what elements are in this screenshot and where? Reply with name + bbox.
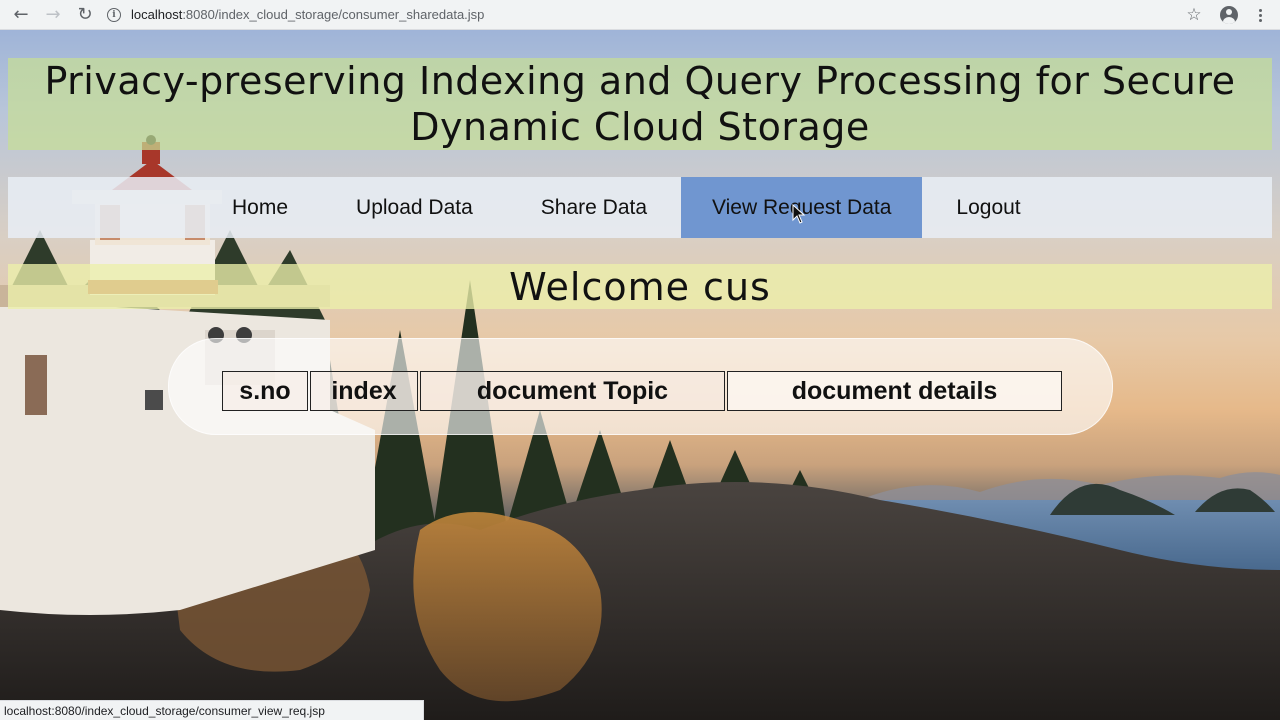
nav-logout[interactable]: Logout xyxy=(922,177,1054,238)
url-host: localhost xyxy=(131,7,183,22)
table-header-row: s.no index document Topic document detai… xyxy=(222,371,1062,411)
column-header-document-topic: document Topic xyxy=(420,371,725,411)
star-icon[interactable]: ☆ xyxy=(1182,5,1206,25)
welcome-text: Welcome cus xyxy=(509,264,771,309)
page-header: Privacy-preserving Indexing and Query Pr… xyxy=(8,58,1272,150)
column-header-index: index xyxy=(310,371,418,411)
column-header-document-details: document details xyxy=(727,371,1062,411)
welcome-banner: Welcome cus xyxy=(8,264,1272,309)
nav-upload-data[interactable]: Upload Data xyxy=(322,177,507,238)
address-bar[interactable]: i localhost:8080/index_cloud_storage/con… xyxy=(107,3,484,27)
back-arrow-icon[interactable]: ← xyxy=(9,3,33,27)
forward-arrow-icon[interactable]: → xyxy=(41,3,65,27)
page-title: Privacy-preserving Indexing and Query Pr… xyxy=(44,59,1236,149)
info-icon[interactable]: i xyxy=(107,7,121,22)
mouse-cursor-icon xyxy=(792,204,806,224)
nav-home[interactable]: Home xyxy=(198,177,322,238)
reload-icon[interactable]: ↻ xyxy=(73,3,97,27)
browser-toolbar: ← → ↻ i localhost:8080/index_cloud_stora… xyxy=(0,0,1280,30)
status-bar-link-preview: localhost:8080/index_cloud_storage/consu… xyxy=(0,700,424,720)
profile-icon[interactable] xyxy=(1220,6,1238,24)
shared-data-table: s.no index document Topic document detai… xyxy=(220,371,1064,411)
menu-dots-icon[interactable] xyxy=(1252,8,1268,22)
page-body: Privacy-preserving Indexing and Query Pr… xyxy=(0,30,1280,720)
url-path: :8080/index_cloud_storage/consumer_share… xyxy=(182,7,485,22)
nav-share-data[interactable]: Share Data xyxy=(507,177,681,238)
main-navigation: Home Upload Data Share Data View Request… xyxy=(8,177,1272,238)
column-header-sno: s.no xyxy=(222,371,308,411)
